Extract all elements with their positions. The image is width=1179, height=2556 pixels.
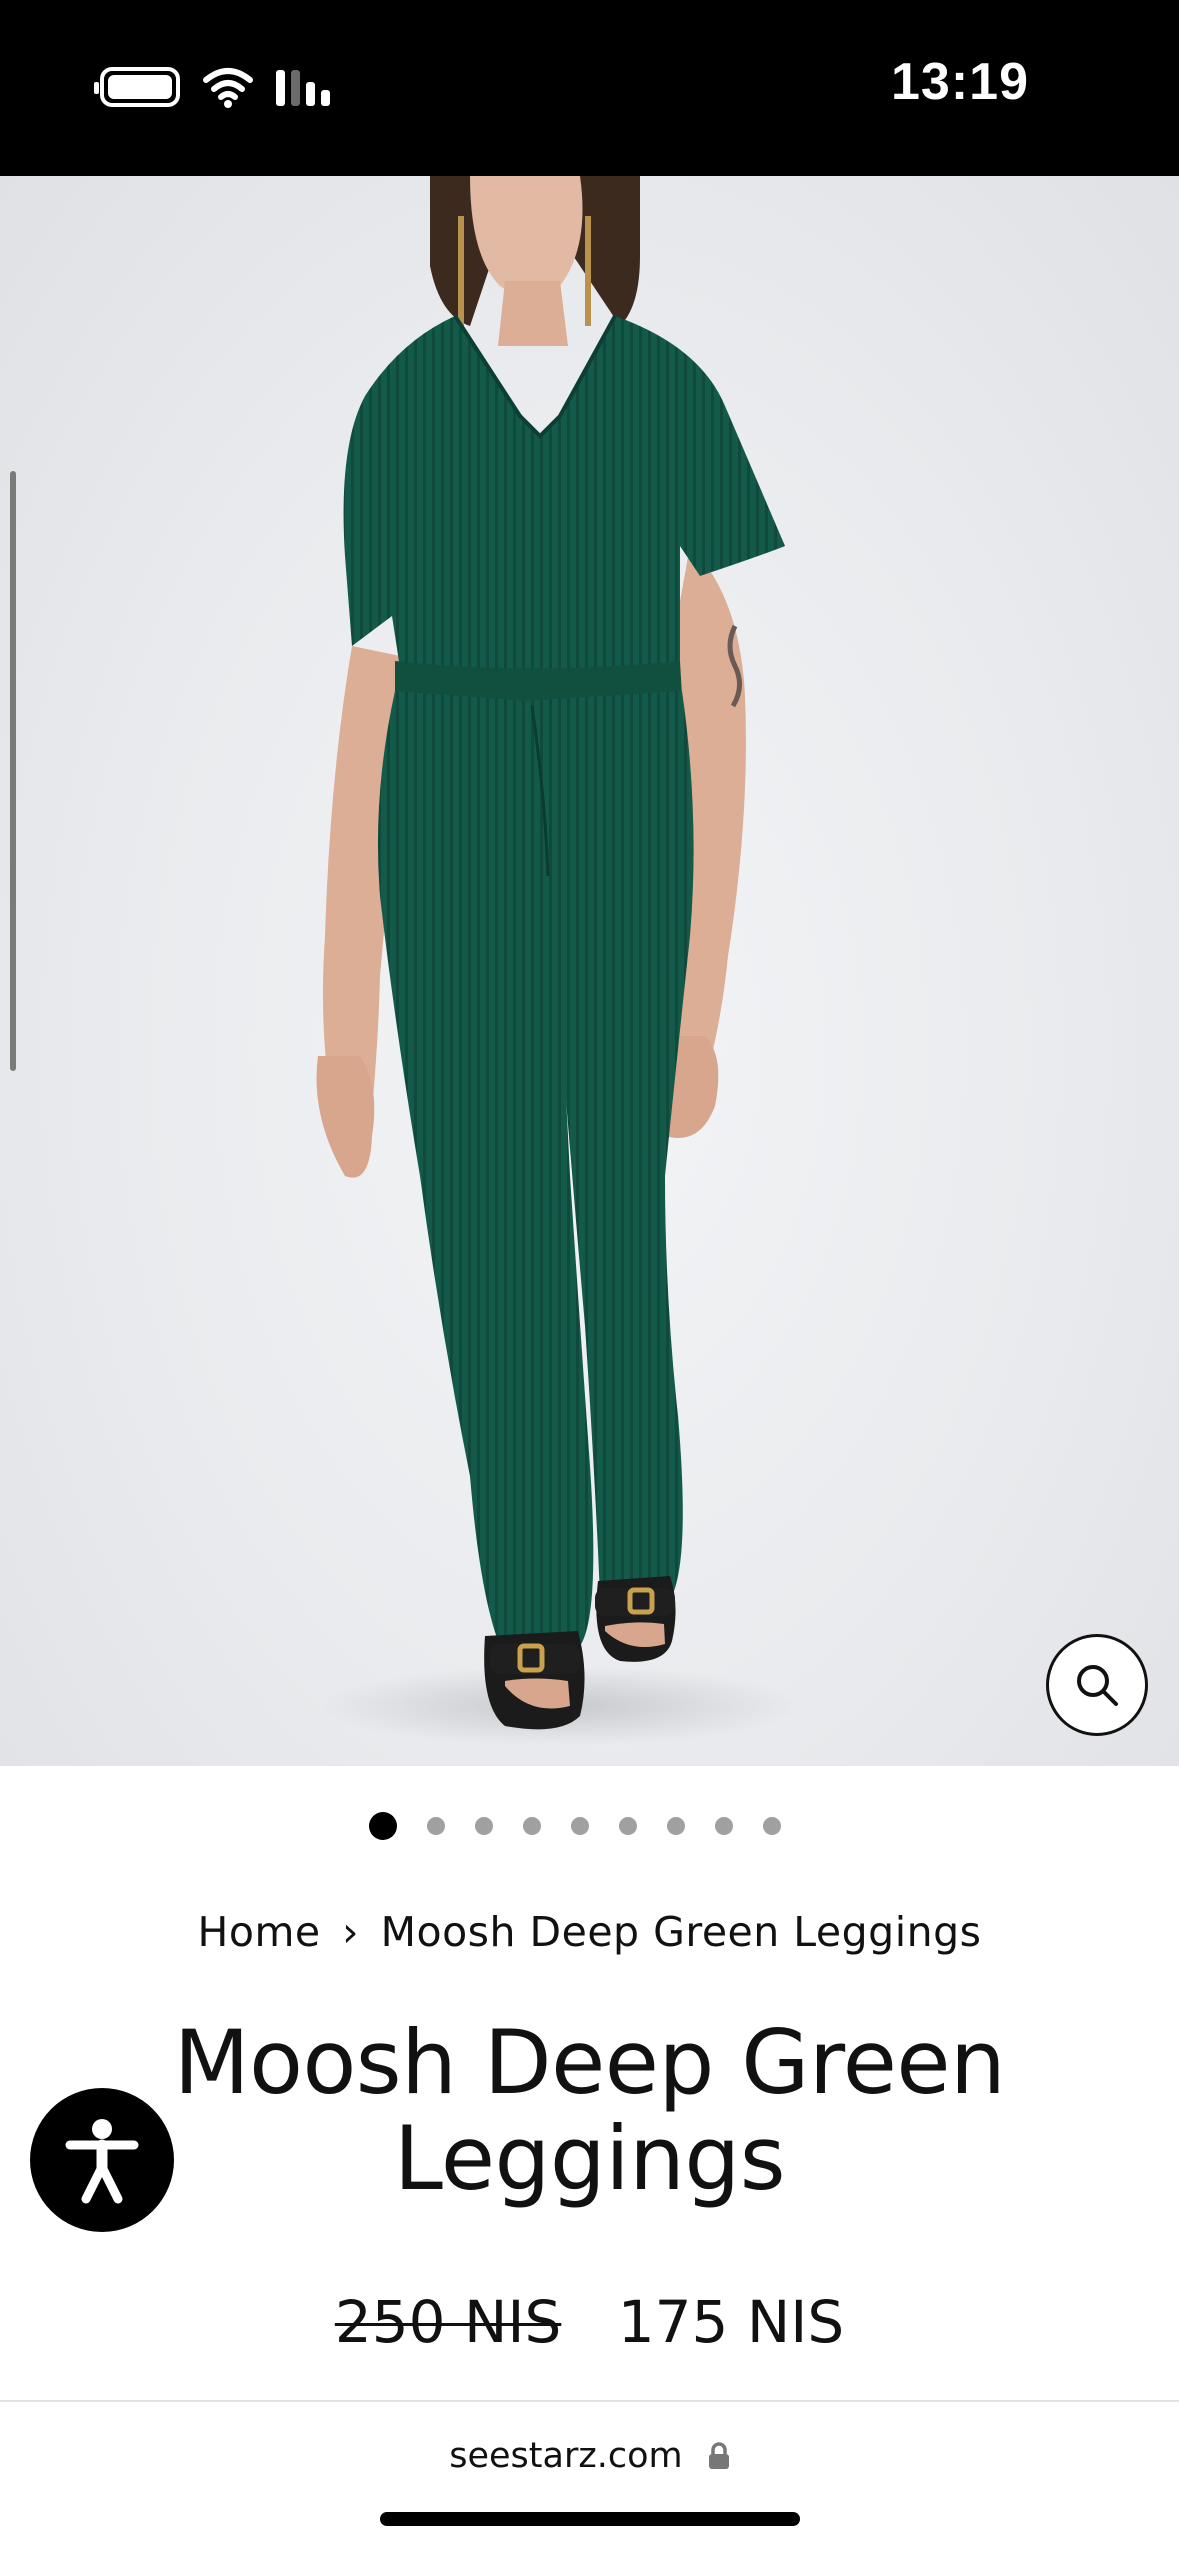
carousel-dots — [0, 1812, 1179, 1840]
zoom-button[interactable] — [1046, 1634, 1148, 1736]
product-photo — [316, 176, 800, 1746]
status-time: 13:19 — [891, 53, 1029, 111]
breadcrumb-separator: › — [342, 1908, 360, 1956]
address-bar-divider — [0, 2400, 1179, 2402]
cellular-signal-icon — [276, 68, 330, 106]
search-icon — [1077, 1665, 1118, 1706]
address-bar[interactable]: seestarz.com — [0, 2436, 1179, 2476]
sale-price: 175 NIS — [617, 2288, 845, 2356]
status-icons — [94, 62, 330, 112]
wifi-icon — [203, 68, 253, 108]
carousel-dot-6[interactable] — [618, 1817, 637, 1835]
home-indicator[interactable] — [380, 2512, 800, 2526]
product-image[interactable] — [0, 176, 1179, 1766]
carousel-dot-9[interactable] — [762, 1817, 781, 1835]
carousel-dot-8[interactable] — [714, 1817, 733, 1835]
carousel-dot-7[interactable] — [666, 1817, 685, 1835]
breadcrumb-current: Moosh Deep Green Leggings — [380, 1908, 982, 1956]
carousel-dot-3[interactable] — [474, 1817, 493, 1835]
status-bar: 13:19 — [0, 0, 1179, 176]
address-domain: seestarz.com — [449, 2436, 683, 2476]
carousel-dot-1[interactable] — [368, 1812, 397, 1840]
price-row: 250 NIS 175 NIS — [0, 2288, 1179, 2356]
original-price: 250 NIS — [334, 2288, 562, 2356]
breadcrumb-home-link[interactable]: Home — [198, 1908, 321, 1956]
carousel-dot-4[interactable] — [522, 1817, 541, 1835]
breadcrumb: Home › Moosh Deep Green Leggings — [0, 1908, 1179, 1956]
image-scroll-indicator[interactable] — [10, 471, 16, 1071]
accessibility-button[interactable] — [30, 2088, 174, 2232]
carousel-dot-5[interactable] — [570, 1817, 589, 1835]
product-title: Moosh Deep Green Leggings — [173, 2011, 1006, 2210]
carousel-dot-2[interactable] — [426, 1817, 445, 1835]
battery-icon — [94, 67, 180, 107]
accessibility-icon — [65, 2119, 139, 2204]
lock-icon — [708, 2442, 729, 2469]
